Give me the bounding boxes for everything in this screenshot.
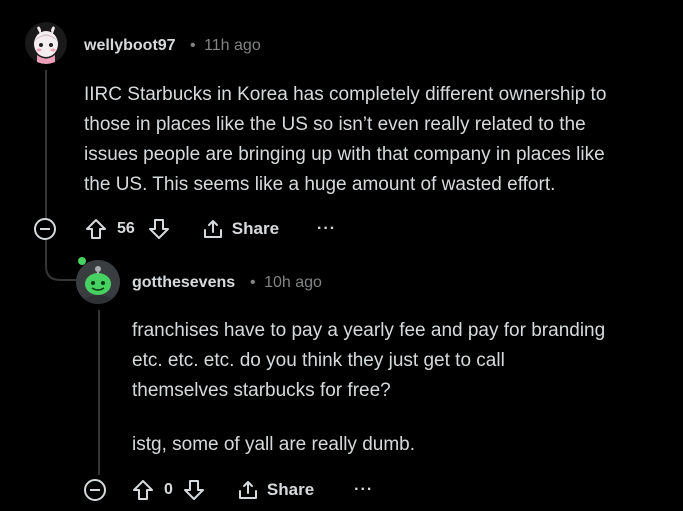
comment-time: • 10h ago <box>250 274 322 292</box>
upvote-icon[interactable] <box>85 218 107 240</box>
comment-line: themselves starbucks for free? <box>132 380 391 401</box>
comment-body: franchises have to pay a yearly fee and … <box>132 316 605 406</box>
more-icon[interactable]: ··· <box>317 220 336 238</box>
thread-line-1[interactable] <box>45 70 47 220</box>
share-icon <box>203 220 222 238</box>
comment-paragraph: istg, some of yall are really dumb. <box>132 434 416 455</box>
comment-line: the US. This seems like a huge amount of… <box>84 174 556 195</box>
downvote-icon[interactable] <box>148 218 170 240</box>
vote-count: 0 <box>164 481 173 498</box>
comment-line: issues people are bringing up with that … <box>84 144 605 165</box>
vote-count: 56 <box>117 220 135 237</box>
comment-actions: 56 Share ··· <box>34 215 336 243</box>
share-label: Share <box>266 480 315 499</box>
avatar[interactable] <box>25 22 67 64</box>
thread-connector <box>45 240 76 281</box>
username[interactable]: wellyboot97 <box>84 37 176 55</box>
comment-line: those in places like the US so isn’t eve… <box>84 114 586 135</box>
online-indicator <box>78 257 86 265</box>
comment-line: IIRC Starbucks in Korea has completely d… <box>84 84 607 105</box>
share-label: Share <box>231 219 280 238</box>
timestamp: 11h ago <box>204 37 261 54</box>
meta-separator: • <box>250 274 256 291</box>
more-icon[interactable]: ··· <box>354 481 373 499</box>
comment-body: IIRC Starbucks in Korea has completely d… <box>84 80 606 200</box>
meta-separator: • <box>190 37 196 54</box>
share-button[interactable]: Share <box>237 479 314 501</box>
collapse-icon[interactable] <box>84 479 106 501</box>
comment-line: etc. etc. etc. do you think they just ge… <box>132 350 505 371</box>
comment-line: franchises have to pay a yearly fee and … <box>132 320 606 341</box>
upvote-icon[interactable] <box>132 479 154 501</box>
comment-time: • 11h ago <box>190 37 261 55</box>
username[interactable]: gotthesevens <box>132 274 235 292</box>
share-button[interactable]: Share <box>202 218 279 240</box>
avatar[interactable] <box>76 260 120 304</box>
timestamp: 10h ago <box>264 274 322 291</box>
share-icon <box>238 481 257 499</box>
comment-actions: 0 Share ··· <box>84 476 373 504</box>
collapse-icon[interactable] <box>34 218 56 240</box>
downvote-icon[interactable] <box>183 479 205 501</box>
thread-line-2[interactable] <box>98 310 100 475</box>
